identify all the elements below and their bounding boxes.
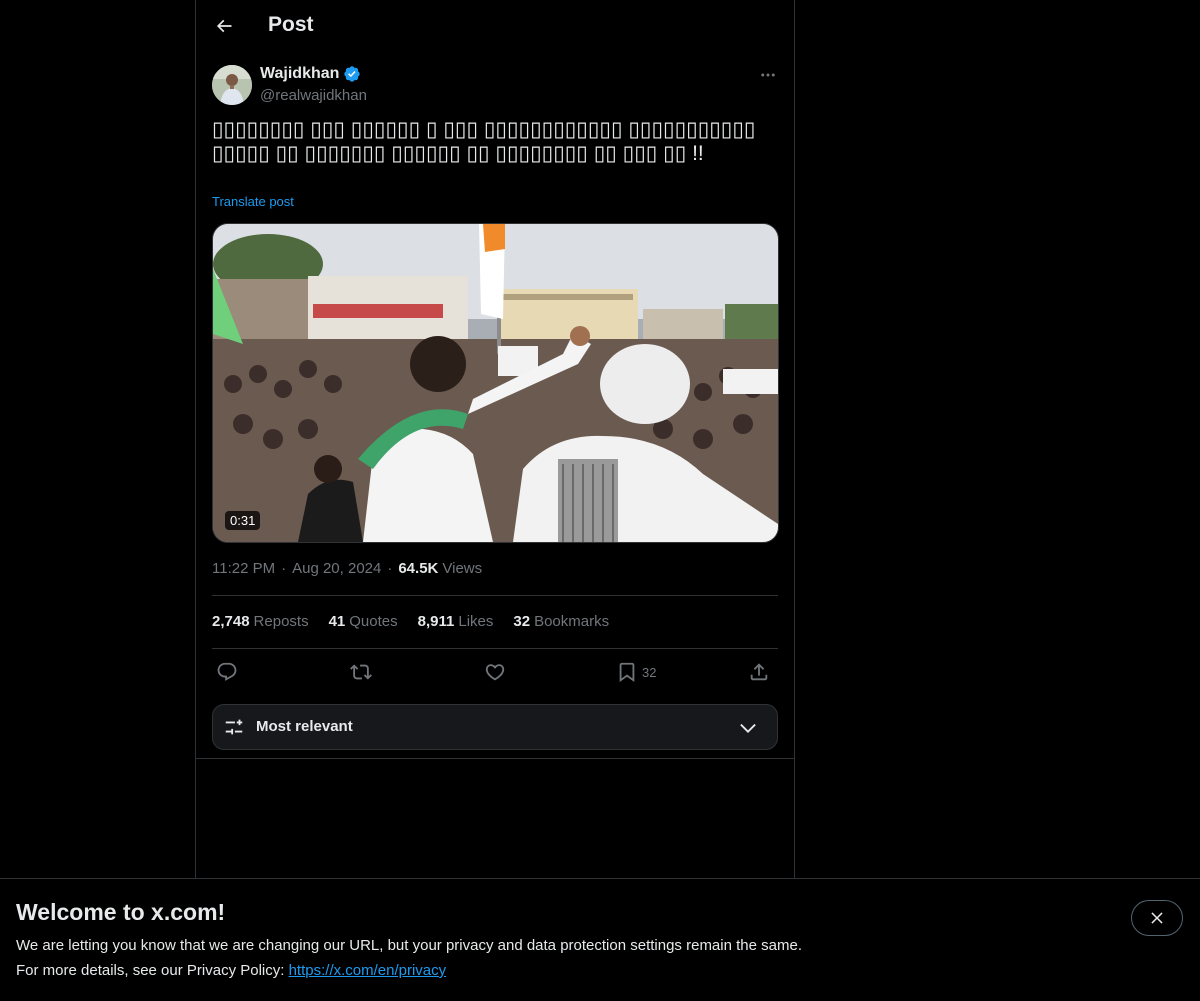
bookmarks-label: Bookmarks <box>534 613 610 630</box>
banner-message: We are letting you know that we are chan… <box>16 937 802 954</box>
likes-stat[interactable]: 8,911 Likes <box>418 613 494 630</box>
video-thumbnail <box>213 224 778 542</box>
share-icon <box>750 663 768 681</box>
share-button[interactable] <box>748 658 770 686</box>
avatar-image <box>212 65 252 105</box>
post-time[interactable]: 11:22 PM <box>212 560 275 577</box>
close-icon <box>1151 912 1163 924</box>
reply-button[interactable] <box>216 658 238 686</box>
views-label: Views <box>442 560 483 577</box>
more-dots-icon <box>761 73 775 77</box>
quotes-count: 41 <box>328 613 346 630</box>
divider <box>196 758 794 759</box>
chevron-down-icon <box>740 723 756 733</box>
bookmark-icon <box>619 662 635 683</box>
bookmarks-count: 32 <box>513 613 531 630</box>
divider <box>212 595 778 596</box>
repost-button[interactable] <box>350 658 372 686</box>
divider <box>212 648 778 649</box>
engagement-stats: 2,748 Reposts 41 Quotes 8,911 Likes 32 Bookm… <box>212 613 609 630</box>
post-date[interactable]: Aug 20, 2024 <box>292 560 381 577</box>
video-player[interactable]: 0:31 <box>212 223 779 543</box>
quotes-stat[interactable]: 41 Quotes <box>329 613 398 630</box>
views-count: 64.5K <box>398 560 439 577</box>
primary-column: Post Wajidkhan @realwajidkhan ▯▯▯▯▯▯▯▯ ▯… <box>195 0 795 878</box>
author-name[interactable]: Wajidkhan <box>260 65 361 83</box>
post-meta: 11:22 PM · Aug 20, 2024 · 64.5K Views <box>212 560 482 577</box>
quotes-label: Quotes <box>349 613 398 630</box>
banner-close-button[interactable] <box>1131 900 1183 936</box>
post-text: ▯▯▯▯▯▯▯▯ ▯▯▯ ▯▯▯▯▯▯ ▯ ▯▯▯ ▯▯▯▯▯▯▯▯▯▯▯▯ ▯… <box>212 118 756 165</box>
page-title: Post <box>268 13 314 36</box>
bookmark-count: 32 <box>642 664 657 680</box>
bookmark-button[interactable]: 32 <box>616 658 656 686</box>
banner-policy-prefix: For more details, see our Privacy Policy… <box>16 962 289 979</box>
back-button[interactable] <box>206 8 242 44</box>
sliders-icon <box>225 719 243 735</box>
bookmarks-stat[interactable]: 32 Bookmarks <box>513 613 609 630</box>
repost-icon <box>350 664 372 680</box>
banner-policy-line: For more details, see our Privacy Policy… <box>16 962 446 979</box>
url-change-banner: Welcome to x.com! We are letting you kno… <box>0 878 1200 1001</box>
reposts-stat[interactable]: 2,748 Reposts <box>212 613 309 630</box>
avatar[interactable] <box>212 65 252 105</box>
translate-post-link[interactable]: Translate post <box>212 194 294 209</box>
meta-separator: · <box>387 560 393 577</box>
privacy-policy-link[interactable]: https://x.com/en/privacy <box>289 962 447 979</box>
author-name-text[interactable]: Wajidkhan <box>260 65 339 83</box>
reposts-label: Reposts <box>253 613 309 630</box>
likes-label: Likes <box>458 613 494 630</box>
verified-badge-icon <box>344 66 361 82</box>
post-header: Post <box>196 0 794 53</box>
banner-title: Welcome to x.com! <box>16 899 226 925</box>
heart-icon <box>485 664 505 681</box>
reply-sort-dropdown[interactable]: Most relevant <box>212 704 778 750</box>
arrow-left-icon <box>216 19 232 33</box>
like-button[interactable] <box>484 658 506 686</box>
meta-separator: · <box>281 560 287 577</box>
reposts-count: 2,748 <box>212 613 250 630</box>
sort-label: Most relevant <box>256 718 353 735</box>
more-options-button[interactable] <box>752 62 784 88</box>
author-handle[interactable]: @realwajidkhan <box>260 87 367 104</box>
likes-count: 8,911 <box>417 613 455 630</box>
reply-icon <box>217 662 237 681</box>
video-duration-badge: 0:31 <box>225 511 261 530</box>
action-bar: 32 <box>212 658 778 686</box>
